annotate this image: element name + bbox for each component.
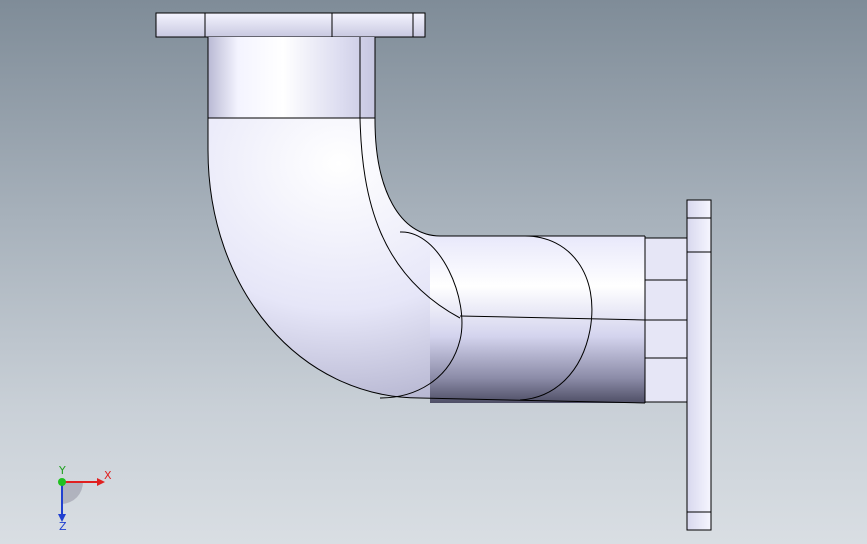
z-axis-label: Z [59,520,67,532]
elbow-body[interactable] [207,37,688,404]
y-axis-icon [58,478,66,486]
x-axis-label: X [104,469,112,482]
reference-triad: X Y Z [58,464,112,532]
graphics-viewport[interactable]: X Y Z [0,0,867,544]
triad-plane-icon [62,482,84,504]
pipe-elbow-model[interactable] [0,0,867,544]
y-axis-label: Y [58,464,66,477]
right-flange[interactable] [686,199,712,531]
top-flange[interactable] [155,12,426,38]
